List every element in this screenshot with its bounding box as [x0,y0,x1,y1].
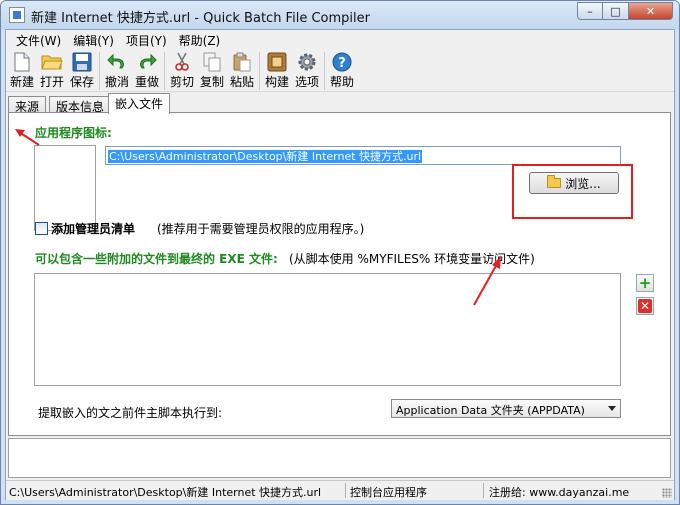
toolbar-separator [99,52,100,90]
tab-version-info[interactable]: 版本信息 [49,96,112,114]
extract-target-value: Application Data 文件夹 (APPDATA) [396,404,585,417]
extract-target-label: 提取嵌入的文之前件主脚本执行到: [38,406,223,420]
delete-x-icon: ✕ [638,299,652,313]
save-label: 保存 [69,75,94,89]
menu-edit[interactable]: 编辑(Y) [67,32,120,49]
extra-files-hint: (从脚本使用 %MYFILES% 环境变量访问文件) [289,252,535,266]
minimize-button[interactable]: – [577,2,603,20]
help-button[interactable]: ? 帮助 [327,50,357,92]
options-label: 选项 [294,75,319,89]
maximize-button[interactable]: □ [603,2,629,20]
toolbar: 新建 打开 保存 撤消 重做 剪切 复制 粘贴 构建 选项 ? 帮助 [6,50,674,92]
build-label: 构建 [264,75,289,89]
help-label: 帮助 [329,75,354,89]
new-file-icon [11,52,33,72]
undo-arrow-icon [106,52,128,72]
new-label: 新建 [9,75,34,89]
open-folder-icon [41,52,63,72]
copy-icon [201,52,223,72]
output-log[interactable] [8,438,671,478]
undo-label: 撤消 [104,75,129,89]
gear-icon [296,52,318,72]
menu-help[interactable]: 帮助(Z) [173,32,227,49]
icon-path-input[interactable]: C:\Users\Administrator\Desktop\新建 Intern… [105,146,621,165]
admin-manifest-checkbox[interactable] [35,222,48,235]
status-file-path: C:\Users\Administrator\Desktop\新建 Intern… [9,486,322,499]
floppy-disk-icon [71,52,93,72]
menu-project[interactable]: 项目(Y) [120,32,173,49]
embedded-files-list[interactable] [34,273,621,386]
window-title: 新建 Internet 快捷方式.url - Quick Batch File … [31,11,370,26]
paste-button[interactable]: 粘贴 [227,50,257,92]
app-icon-label: 应用程序图标: [35,126,112,140]
clipboard-icon [231,52,253,72]
open-button[interactable]: 打开 [37,50,67,92]
app-icon [9,7,25,23]
extract-target-select[interactable]: Application Data 文件夹 (APPDATA) [391,399,621,418]
save-button[interactable]: 保存 [67,50,97,92]
menu-bar: 文件(W) 编辑(Y) 项目(Y) 帮助(Z) [6,30,674,50]
extra-files-label: 可以包含一些附加的文件到最终的 EXE 文件: [35,252,278,266]
toolbar-separator [324,52,325,90]
app-window: 新建 Internet 快捷方式.url - Quick Batch File … [0,0,680,505]
toolbar-separator [259,52,260,90]
undo-button[interactable]: 撤消 [102,50,132,92]
status-bar: C:\Users\Administrator\Desktop\新建 Intern… [6,480,674,500]
admin-manifest-label[interactable]: 添加管理员清单 [51,220,135,237]
copy-button[interactable]: 复制 [197,50,227,92]
status-divider [483,483,484,498]
tab-embed-files[interactable]: 嵌入文件 [108,93,171,114]
toolbar-separator [164,52,165,90]
add-file-button[interactable]: + [636,274,654,292]
resize-grip[interactable] [662,488,672,498]
help-question-icon: ? [331,52,353,72]
client-area: 文件(W) 编辑(Y) 项目(Y) 帮助(Z) 新建 打开 保存 撤消 重做 剪… [5,29,675,500]
redo-button[interactable]: 重做 [132,50,162,92]
annotation-highlight-box [512,164,633,219]
app-icon-preview [34,145,96,231]
remove-file-button[interactable]: ✕ [636,297,654,315]
tab-strip: 来源 版本信息 嵌入文件 [6,93,674,114]
new-button[interactable]: 新建 [7,50,37,92]
build-icon [266,52,288,72]
status-registered: 注册给: www.dayanzai.me [489,486,630,499]
status-divider [345,483,346,498]
svg-text:?: ? [338,56,346,71]
build-button[interactable]: 构建 [262,50,292,92]
title-bar[interactable]: 新建 Internet 快捷方式.url - Quick Batch File … [1,1,679,29]
embed-files-panel: 应用程序图标: C:\Users\Administrator\Desktop\新… [8,112,671,436]
open-label: 打开 [39,75,64,89]
copy-label: 复制 [199,75,224,89]
chevron-down-icon [608,406,616,411]
redo-label: 重做 [134,75,159,89]
paste-label: 粘贴 [229,75,254,89]
options-button[interactable]: 选项 [292,50,322,92]
icon-path-value: C:\Users\Administrator\Desktop\新建 Intern… [108,150,423,163]
status-app-mode: 控制台应用程序 [350,486,427,499]
admin-manifest-hint: (推荐用于需要管理员权限的应用程序。) [157,222,365,236]
menu-file[interactable]: 文件(W) [10,32,67,49]
close-button[interactable]: ✕ [629,2,673,20]
tab-source[interactable]: 来源 [8,96,47,114]
plus-icon: + [638,274,652,292]
scissors-icon [171,52,193,72]
redo-arrow-icon [136,52,158,72]
window-controls: – □ ✕ [577,2,673,20]
cut-label: 剪切 [169,75,194,89]
cut-button[interactable]: 剪切 [167,50,197,92]
